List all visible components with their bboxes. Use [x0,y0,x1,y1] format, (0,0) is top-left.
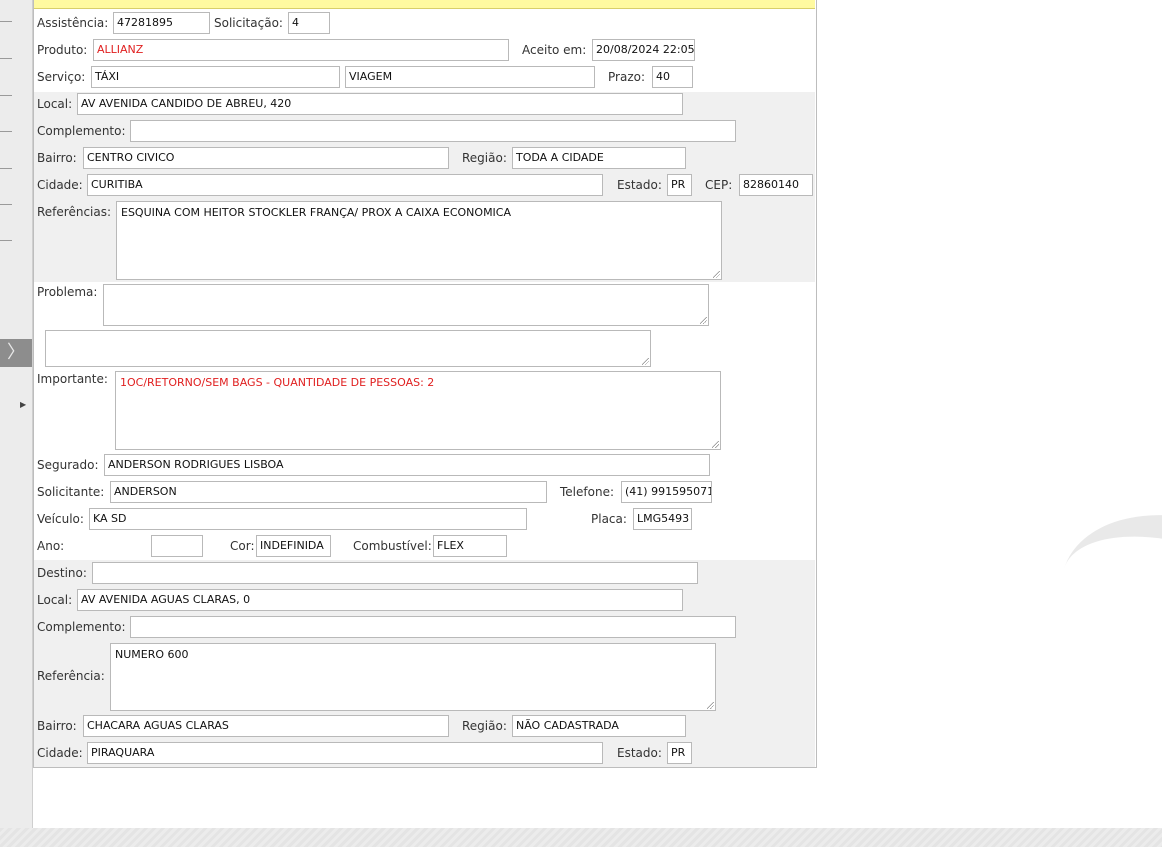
placa-label: Placa: [591,512,627,526]
destino-bairro-label: Bairro: [37,719,77,733]
sidebar-divider [0,58,12,59]
assistencia-label: Assistência: [37,16,109,30]
solicitante-label: Solicitante: [37,485,105,499]
destino-estado-label: Estado: [617,746,662,760]
ano-label: Ano: [37,539,65,553]
assistencia-field[interactable]: 47281895 [113,12,210,34]
ano-field[interactable] [151,535,203,557]
referencias-label: Referências: [37,205,112,219]
cor-label: Cor: [230,539,255,553]
placa-field[interactable]: LMG5493 [633,508,692,530]
veiculo-field[interactable]: KA SD [89,508,527,530]
sidebar-divider [0,204,12,205]
triangle-right-icon[interactable]: ▶ [20,400,26,409]
destino-label: Destino: [37,566,87,580]
regiao-field[interactable]: TODA A CIDADE [512,147,686,169]
problema-extra-textarea[interactable] [45,330,651,367]
cep-field[interactable]: 82860140 [739,174,813,196]
importante-textarea[interactable]: 1OC/RETORNO/SEM BAGS - QUANTIDADE DE PES… [115,371,721,450]
sidebar-divider [0,21,12,22]
solicitante-field[interactable]: ANDERSON [110,481,547,503]
produto-field[interactable]: ALLIANZ [93,39,509,61]
panel-header-bar [34,0,815,9]
telefone-field[interactable]: (41) 991595071 [621,481,712,503]
destino-field[interactable] [92,562,698,584]
local-field[interactable]: AV AVENIDA CANDIDO DE ABREU, 420 [77,93,683,115]
sidebar-toggle-button[interactable]: 〉 [0,339,32,367]
solicitacao-label: Solicitação: [214,16,283,30]
cidade-field[interactable]: CURITIBA [87,174,603,196]
local-label: Local: [37,97,73,111]
sidebar-divider [0,95,12,96]
complemento-field[interactable] [130,120,736,142]
chevron-right-icon: 〉 [7,342,25,363]
aceito-label: Aceito em: [522,43,587,57]
destino-referencia-label: Referência: [37,669,105,683]
sidebar-divider [0,168,12,169]
problema-label: Problema: [37,285,98,299]
bairro-field[interactable]: CENTRO CIVICO [83,147,449,169]
aceito-field[interactable]: 20/08/2024 22:05 [592,39,695,61]
servico-tipo-field[interactable]: VIAGEM [345,66,595,88]
destino-estado-field[interactable]: PR [667,742,692,764]
importante-label: Importante: [37,372,108,386]
footer-strip [0,828,1162,847]
servico-label: Serviço: [37,70,86,84]
produto-label: Produto: [37,43,88,57]
destino-regiao-field[interactable]: NÃO CADASTRADA [512,715,686,737]
problema-textarea[interactable] [103,284,709,326]
segurado-label: Segurado: [37,458,99,472]
cep-label: CEP: [705,178,733,192]
destino-local-field[interactable]: AV AVENIDA AGUAS CLARAS, 0 [77,589,683,611]
sidebar-divider [0,131,12,132]
background-swoosh [1037,484,1162,732]
destino-complemento-field[interactable] [130,616,736,638]
prazo-label: Prazo: [608,70,645,84]
telefone-label: Telefone: [560,485,614,499]
destino-regiao-label: Região: [462,719,507,733]
destino-referencia-textarea[interactable]: NUMERO 600 [110,643,716,711]
cidade-label: Cidade: [37,178,83,192]
veiculo-label: Veículo: [37,512,84,526]
combustivel-field[interactable]: FLEX [433,535,507,557]
regiao-label: Região: [462,151,507,165]
destino-bairro-field[interactable]: CHACARA AGUAS CLARAS [83,715,449,737]
destino-local-label: Local: [37,593,73,607]
referencias-textarea[interactable]: ESQUINA COM HEITOR STOCKLER FRANÇA/ PROX… [116,201,722,280]
prazo-field[interactable]: 40 [652,66,693,88]
estado-field[interactable]: PR [667,174,692,196]
combustivel-label: Combustível: [353,539,432,553]
segurado-field[interactable]: ANDERSON RODRIGUES LISBOA [104,454,710,476]
destino-complemento-label: Complemento: [37,620,126,634]
destino-cidade-label: Cidade: [37,746,83,760]
destino-cidade-field[interactable]: PIRAQUARA [87,742,603,764]
sidebar-divider [0,240,12,241]
cor-field[interactable]: INDEFINIDA [256,535,331,557]
servico-field[interactable]: TÁXI [91,66,340,88]
bairro-label: Bairro: [37,151,77,165]
left-sidebar: 〉 ▶ [0,0,33,828]
complemento-label: Complemento: [37,124,126,138]
estado-label: Estado: [617,178,662,192]
solicitacao-field[interactable]: 4 [288,12,330,34]
